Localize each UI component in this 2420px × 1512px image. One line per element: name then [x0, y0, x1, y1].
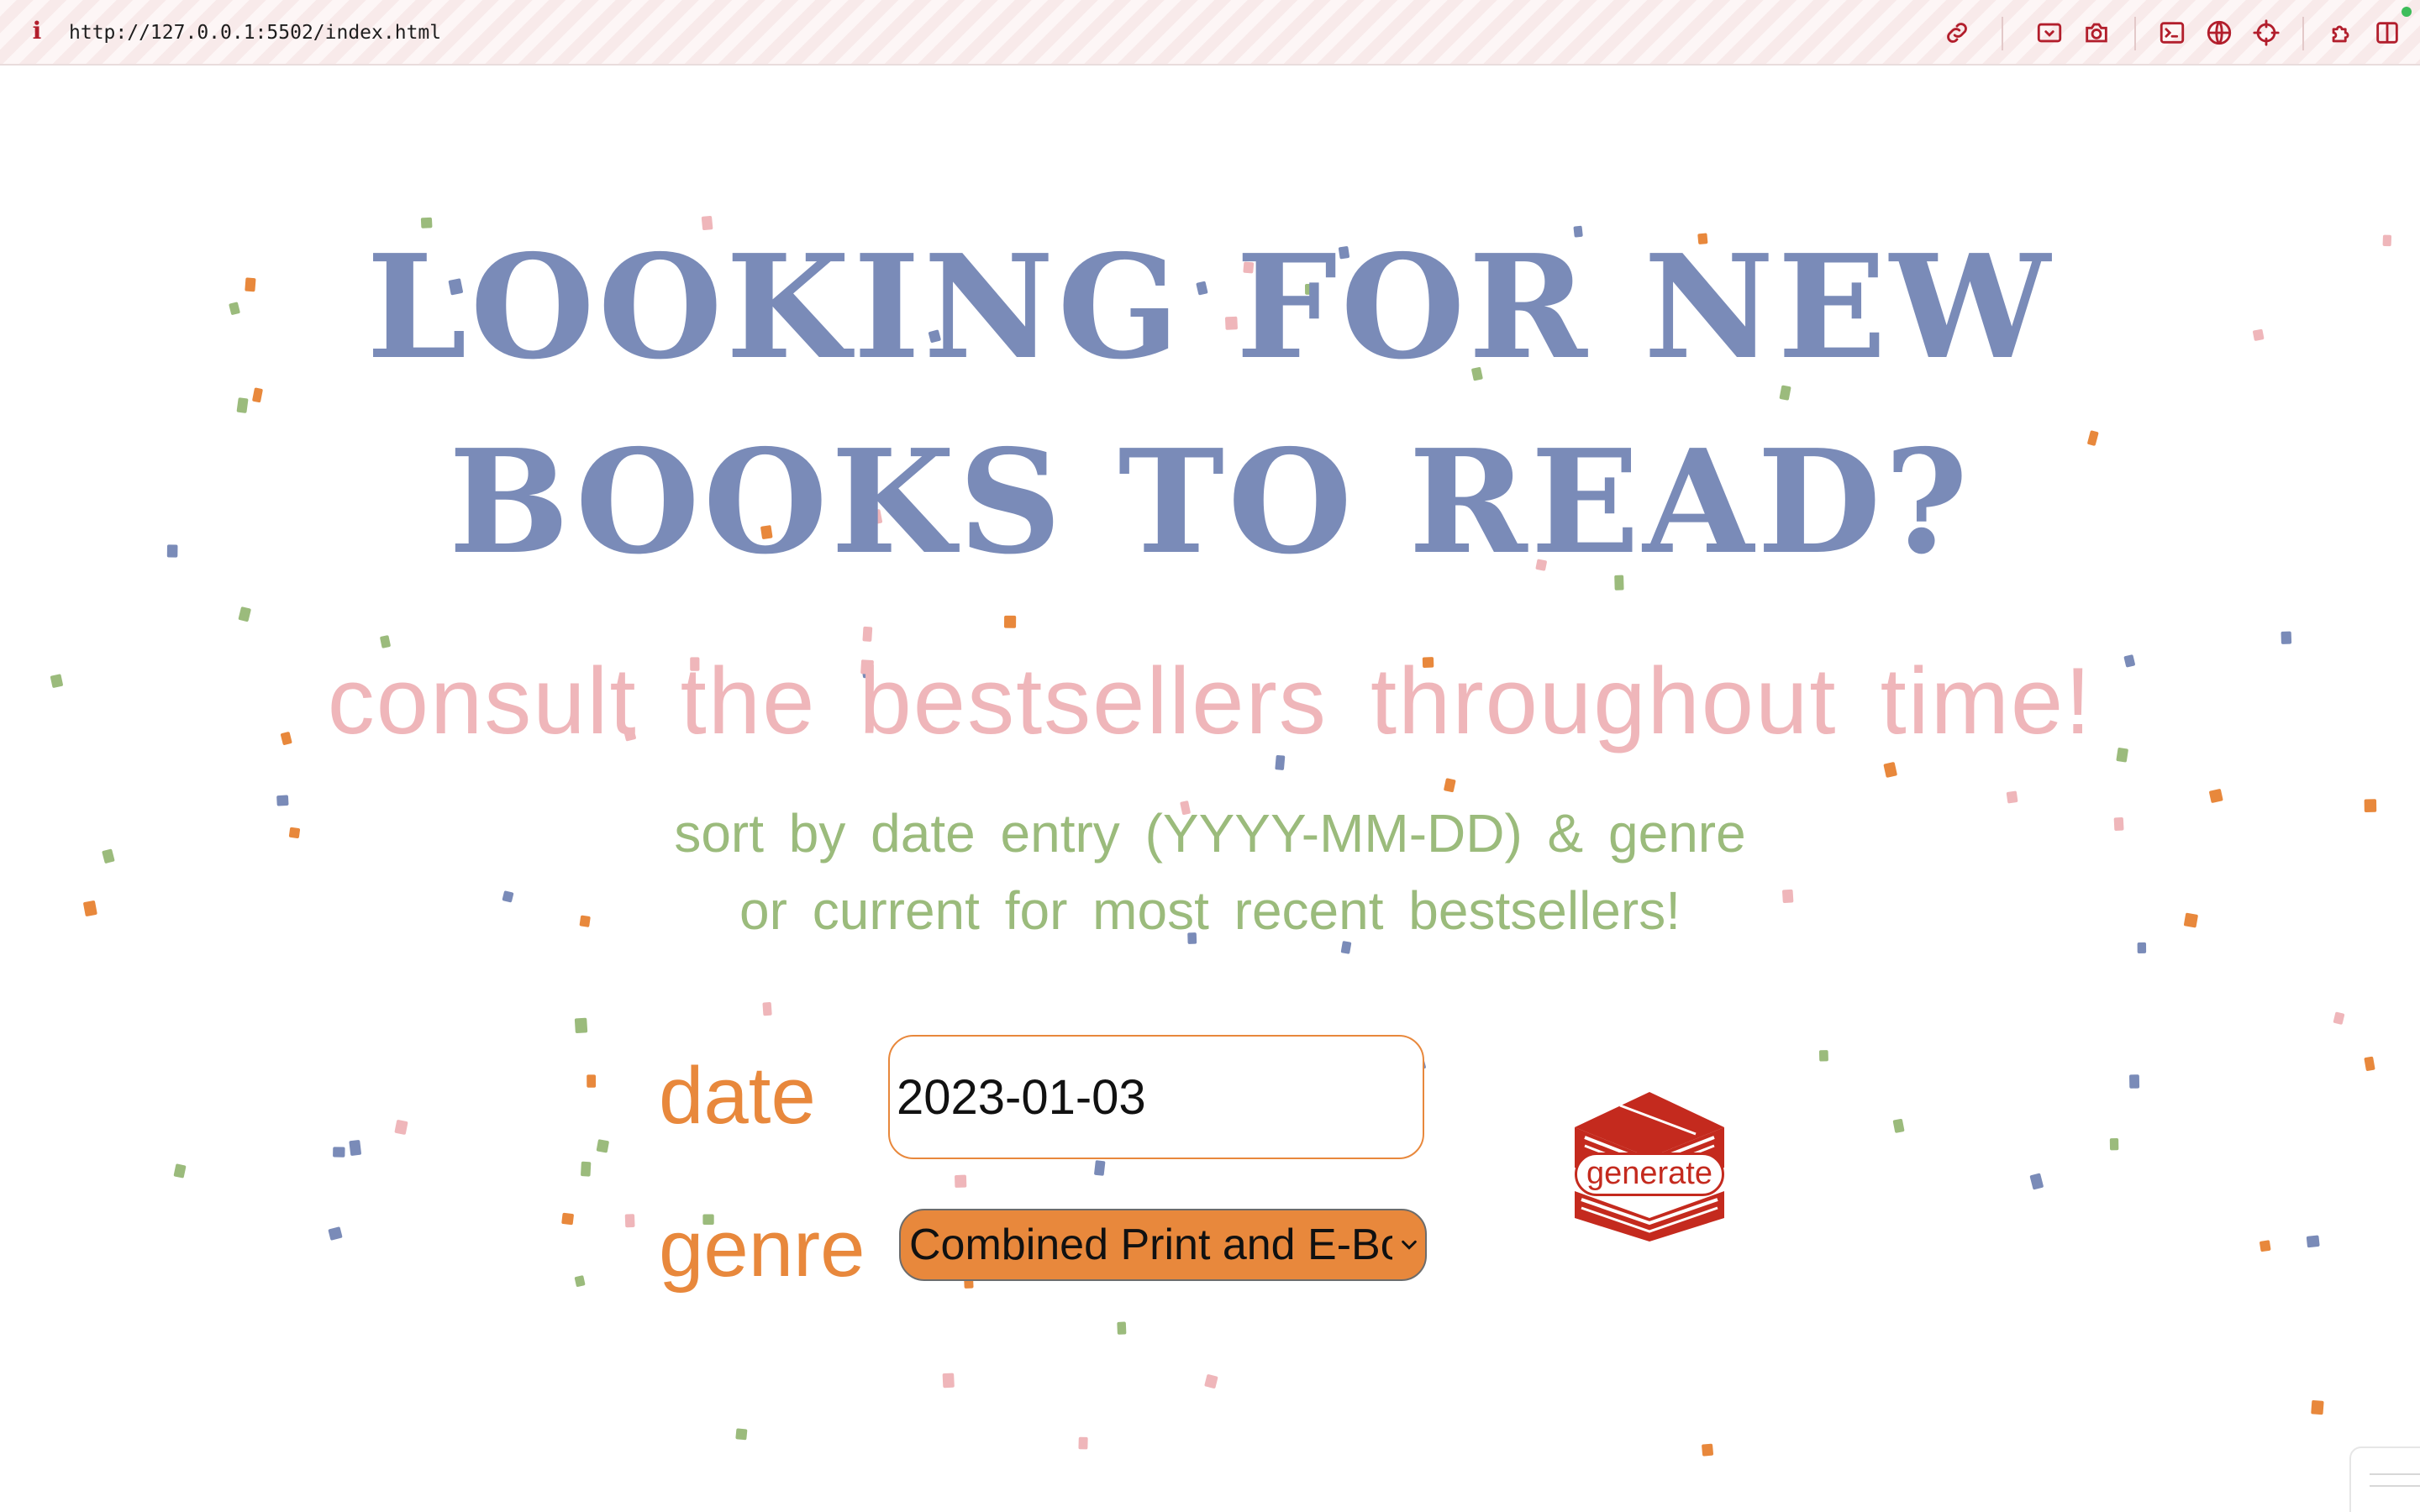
- confetti-piece: [2364, 799, 2377, 812]
- confetti-piece: [2006, 790, 2018, 804]
- widget-line: [2370, 1485, 2420, 1487]
- instructions-text: sort by date entry (YYYY-MM-DD) & genre …: [504, 795, 1916, 949]
- confetti-piece: [581, 1161, 592, 1177]
- confetti-piece: [2333, 1011, 2345, 1025]
- terminal-icon[interactable]: [2158, 18, 2186, 47]
- confetti-piece: [166, 544, 178, 558]
- extensions-icon[interactable]: [2328, 18, 2356, 47]
- confetti-piece: [2306, 1235, 2320, 1248]
- instruction-line-1: sort by date entry (YYYY-MM-DD) & genre: [674, 803, 1746, 864]
- confetti-piece: [955, 1174, 967, 1188]
- confetti-piece: [2281, 631, 2292, 644]
- confetti-piece: [1444, 778, 1456, 793]
- crosshair-icon[interactable]: [2252, 18, 2281, 47]
- genre-selected-value: Combined Print and E-Book Fiction: [909, 1221, 1392, 1269]
- page-tagline: consult the bestsellers throughout time!: [327, 648, 2093, 753]
- confetti-piece: [587, 1074, 597, 1088]
- genre-select[interactable]: Combined Print and E-Book Fiction: [899, 1209, 1427, 1281]
- link-icon[interactable]: [1943, 18, 1971, 47]
- date-label: date: [659, 1051, 816, 1141]
- chevron-down-icon: [1400, 1236, 1418, 1254]
- generate-button[interactable]: generate: [1570, 1092, 1729, 1242]
- confetti-piece: [1078, 1436, 1088, 1450]
- confetti-piece: [2183, 912, 2198, 928]
- confetti-piece: [229, 302, 240, 315]
- confetti-piece: [1117, 1321, 1127, 1335]
- confetti-piece: [2260, 1240, 2271, 1252]
- confetti-piece: [574, 1275, 586, 1287]
- confetti-piece: [2253, 328, 2265, 341]
- confetti-piece: [596, 1139, 609, 1153]
- split-view-icon[interactable]: [2373, 18, 2402, 47]
- toolbar-separator: [2002, 17, 2003, 50]
- toolbar-separator: [2134, 17, 2136, 50]
- camera-icon[interactable]: [2082, 18, 2111, 47]
- browser-toolbar: i http://127.0.0.1:5502/index.html: [0, 0, 2420, 66]
- instruction-line-2: or current for most recent bestsellers!: [739, 880, 1681, 941]
- confetti-piece: [2029, 1173, 2044, 1190]
- date-input[interactable]: [888, 1035, 1424, 1159]
- confetti-piece: [349, 1140, 361, 1156]
- status-dot: [2402, 7, 2412, 17]
- confetti-piece: [735, 1428, 748, 1441]
- site-info-icon[interactable]: i: [29, 17, 45, 45]
- page-headline: LOOKING FOR NEW BOOKS TO READ?: [366, 223, 2054, 586]
- confetti-piece: [238, 606, 251, 622]
- confetti-piece: [2382, 234, 2392, 247]
- confetti-piece: [624, 1214, 635, 1228]
- globe-icon[interactable]: [2205, 18, 2233, 47]
- confetti-piece: [276, 795, 289, 806]
- confetti-piece: [50, 674, 63, 688]
- confetti-piece: [1094, 1160, 1106, 1176]
- screenshot-region-icon[interactable]: [2035, 18, 2064, 47]
- confetti-piece: [561, 1212, 574, 1226]
- confetti-piece: [394, 1120, 408, 1135]
- confetti-piece: [2209, 789, 2223, 803]
- confetti-piece: [1204, 1374, 1218, 1389]
- confetti-piece: [288, 827, 301, 838]
- confetti-piece: [333, 1147, 345, 1158]
- confetti-piece: [2109, 1138, 2119, 1151]
- toolbar-separator: [2302, 17, 2304, 50]
- confetti-piece: [1818, 1050, 1828, 1062]
- confetti-piece: [1702, 1443, 1713, 1457]
- confetti-piece: [2311, 1399, 2324, 1415]
- confetti-piece: [102, 848, 115, 864]
- address-bar-url[interactable]: http://127.0.0.1:5502/index.html: [69, 18, 441, 47]
- confetti-piece: [328, 1226, 343, 1241]
- confetti-piece: [2113, 817, 2124, 831]
- confetti-piece: [2364, 1056, 2375, 1071]
- generate-button-label: generate: [1575, 1152, 1724, 1196]
- genre-label: genre: [659, 1204, 865, 1294]
- confetti-piece: [762, 1002, 772, 1016]
- confetti-piece: [2129, 1074, 2140, 1089]
- confetti-piece: [942, 1373, 955, 1389]
- corner-widget[interactable]: [2349, 1446, 2420, 1512]
- confetti-piece: [1892, 1118, 1905, 1133]
- confetti-piece: [173, 1163, 187, 1179]
- page: i http://127.0.0.1:5502/index.html LOOKI…: [0, 0, 2420, 1512]
- confetti-piece: [236, 397, 249, 413]
- confetti-piece: [1003, 615, 1017, 628]
- confetti-piece: [574, 1017, 588, 1034]
- confetti-piece: [83, 900, 97, 916]
- widget-line: [2370, 1473, 2420, 1475]
- confetti-piece: [2137, 942, 2147, 953]
